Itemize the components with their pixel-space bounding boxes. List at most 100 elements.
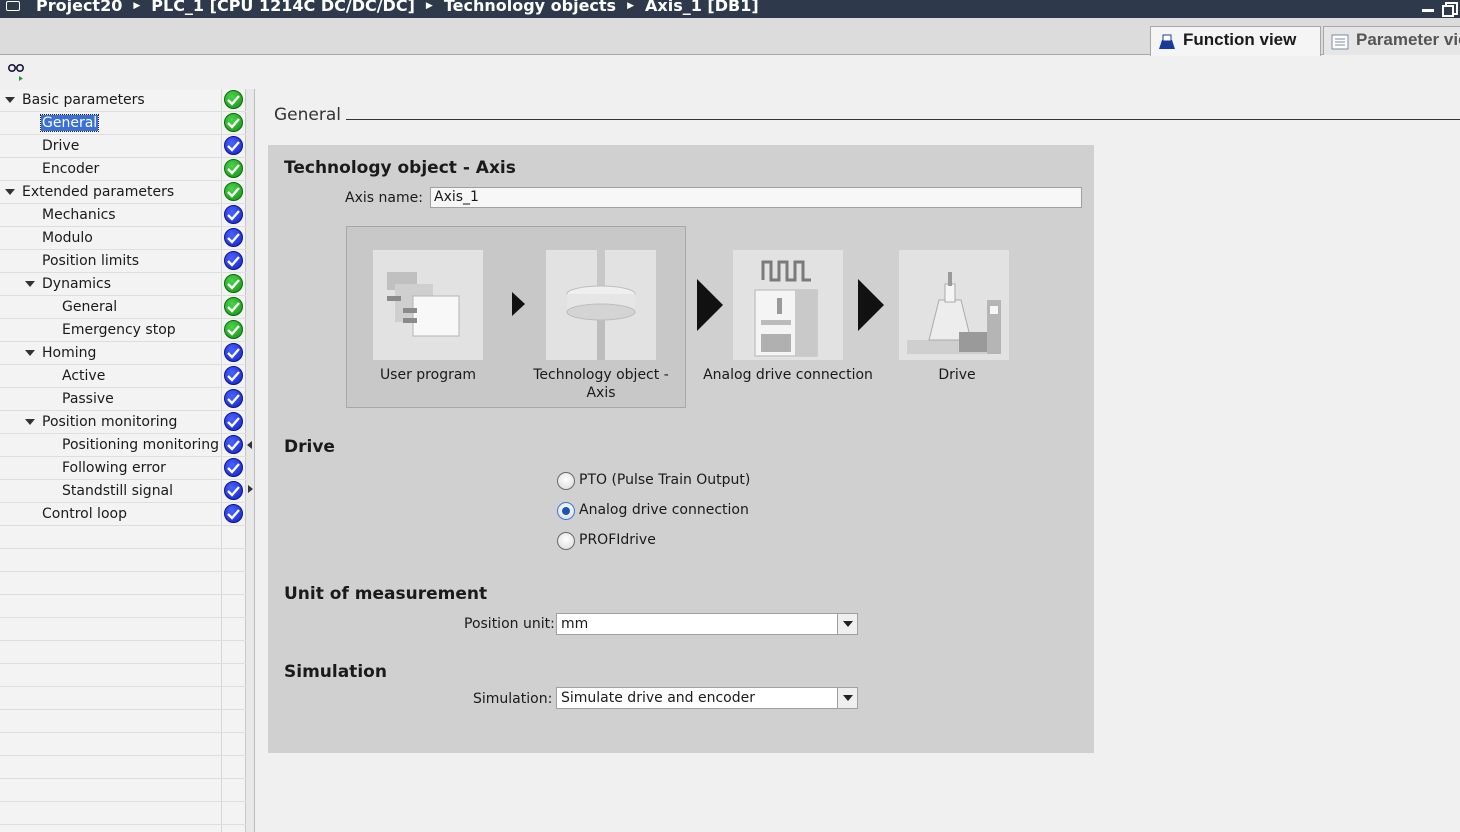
expand-arrow-icon[interactable] (5, 97, 15, 103)
tree-item-label: Control loop (42, 506, 127, 522)
tree-item-label: Dynamics (42, 276, 112, 292)
status-ok-icon (224, 297, 243, 316)
glasses-icon[interactable] (6, 62, 26, 82)
tree-item-position-limits[interactable]: Position limits (0, 250, 246, 273)
simulation-value: Simulate drive and encoder (561, 690, 755, 706)
status-ok-icon (224, 182, 243, 201)
tree-item-drive[interactable]: Drive (0, 135, 246, 158)
tree-empty-row (0, 595, 246, 618)
status-default-icon (224, 228, 243, 247)
tree-empty-row (0, 526, 246, 549)
radio-pto-label[interactable]: PTO (Pulse Train Output) (579, 472, 750, 488)
tree-item-emergency-stop[interactable]: Emergency stop (0, 319, 246, 342)
drive-image (899, 250, 1009, 360)
parameter-view-icon (1331, 34, 1349, 50)
tree-item-extended-parameters[interactable]: Extended parameters (0, 181, 246, 204)
tree-item-encoder[interactable]: Encoder (0, 158, 246, 181)
tree-empty-row (0, 641, 246, 664)
tree-item-label: Standstill signal (62, 483, 174, 499)
drive-caption: Drive (938, 367, 976, 383)
tree-item-label: Position monitoring (42, 414, 178, 430)
tab-function-view[interactable]: Function view (1150, 26, 1321, 56)
navigation-tree: Basic parameters General Drive Encoder Exten… (0, 89, 246, 832)
breadcrumb-technology-objects[interactable]: Technology objects (444, 0, 616, 15)
tree-item-control-loop[interactable]: Control loop (0, 503, 246, 526)
status-ok-icon (224, 159, 243, 178)
technology-object-caption-line1: Technology object - (533, 367, 669, 383)
tree-item-mechanics[interactable]: Mechanics (0, 204, 246, 227)
chevron-down-icon[interactable] (837, 688, 857, 708)
tree-empty-row (0, 549, 246, 572)
radio-analog-drive-connection-label[interactable]: Analog drive connection (579, 502, 749, 518)
tree-item-passive[interactable]: Passive (0, 388, 246, 411)
radio-pto[interactable] (557, 472, 575, 490)
tree-item-label: Position limits (42, 253, 140, 269)
expand-arrow-icon[interactable] (25, 419, 35, 425)
tree-item-label: Drive (42, 138, 80, 154)
breadcrumb-axis[interactable]: Axis_1 [DB1] (645, 0, 759, 15)
expand-right-icon[interactable] (248, 485, 253, 493)
function-view-icon (1159, 34, 1175, 49)
tree-item-modulo[interactable]: Modulo (0, 227, 246, 250)
simulation-select[interactable]: Simulate drive and encoder (556, 687, 858, 709)
status-default-icon (224, 481, 243, 500)
collapse-left-icon[interactable] (247, 441, 252, 449)
restore-button[interactable] (1442, 2, 1458, 17)
tree-empty-row (0, 710, 246, 733)
toolbar (0, 56, 1460, 88)
tree-item-following-error[interactable]: Following error (0, 457, 246, 480)
breadcrumb-plc[interactable]: PLC_1 [CPU 1214C DC/DC/DC] (151, 0, 415, 15)
tree-item-label: Modulo (42, 230, 93, 246)
status-default-icon (224, 458, 243, 477)
main-content: General Technology object - Axis Axis na… (256, 89, 1460, 832)
tree-item-label: General (62, 299, 118, 315)
tree-item-label: Homing (42, 345, 97, 361)
minimize-button[interactable] (1422, 2, 1434, 14)
flow-arrow-icon (858, 279, 884, 331)
flow-arrow-icon (697, 279, 723, 331)
chevron-down-icon[interactable] (837, 614, 857, 634)
tree-empty-row (0, 733, 246, 756)
radio-profidrive-label[interactable]: PROFIdrive (579, 532, 656, 548)
breadcrumb-project[interactable]: Project20 (36, 0, 122, 15)
tree-item-standstill-signal[interactable]: Standstill signal (0, 480, 246, 503)
status-ok-icon (224, 90, 243, 109)
tree-item-label: Encoder (42, 161, 100, 177)
tree-item-position-monitoring[interactable]: Position monitoring (0, 411, 246, 434)
tree-item-positioning-monitoring[interactable]: Positioning monitoring (0, 434, 246, 457)
panel-title: Technology object - Axis (284, 158, 516, 178)
radio-analog-drive-connection[interactable] (557, 502, 575, 520)
title-bar: Project20 ▶ PLC_1 [CPU 1214C DC/DC/DC] ▶… (0, 0, 1460, 18)
analog-drive-connection-image (733, 250, 843, 360)
tab-function-view-label: Function view (1183, 30, 1297, 49)
tree-item-homing[interactable]: Homing (0, 342, 246, 365)
tree-empty-row (0, 825, 246, 832)
expand-arrow-icon[interactable] (25, 281, 35, 287)
tree-item-general[interactable]: General (0, 112, 246, 135)
drive-heading: Drive (284, 437, 335, 457)
section-divider (346, 119, 1460, 120)
status-default-icon (224, 205, 243, 224)
tree-item-active[interactable]: Active (0, 365, 246, 388)
user-program-caption: User program (379, 367, 477, 383)
breadcrumb-separator-icon: ▶ (627, 0, 634, 11)
status-default-icon (224, 504, 243, 523)
menu-icon[interactable] (6, 0, 20, 11)
splitter[interactable] (246, 89, 255, 832)
tree-item-dynamics-general[interactable]: General (0, 296, 246, 319)
tree-empty-row (0, 664, 246, 687)
breadcrumb: Project20 ▶ PLC_1 [CPU 1214C DC/DC/DC] ▶… (6, 0, 759, 15)
expand-arrow-icon[interactable] (5, 189, 15, 195)
position-unit-select[interactable]: mm (556, 613, 858, 635)
tab-parameter-view[interactable]: Parameter view (1323, 26, 1460, 55)
tree-item-dynamics[interactable]: Dynamics (0, 273, 246, 296)
status-ok-icon (224, 320, 243, 339)
axis-name-field[interactable]: Axis_1 (430, 187, 1082, 208)
radio-profidrive[interactable] (557, 532, 575, 550)
tab-parameter-view-label: Parameter view (1356, 30, 1460, 49)
status-default-icon (224, 343, 243, 362)
axis-name-label: Axis name: (345, 190, 423, 206)
tree-empty-row (0, 687, 246, 710)
tree-item-basic-parameters[interactable]: Basic parameters (0, 89, 246, 112)
expand-arrow-icon[interactable] (25, 350, 35, 356)
